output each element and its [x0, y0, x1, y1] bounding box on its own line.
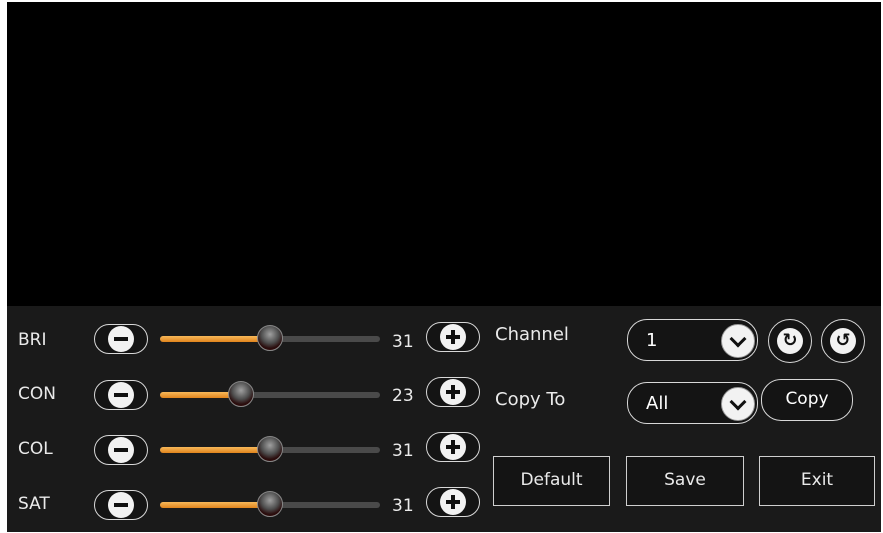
channel-label: Channel: [495, 324, 569, 345]
color-slider[interactable]: [160, 436, 380, 462]
slider-knob[interactable]: [257, 491, 283, 517]
slider-fill: [160, 447, 270, 453]
saturation-slider[interactable]: [160, 491, 380, 517]
color-increase-button[interactable]: [426, 432, 480, 462]
reset-button[interactable]: ↺: [821, 319, 865, 363]
plus-icon: [440, 489, 466, 515]
contrast-slider[interactable]: [160, 381, 380, 407]
color-decrease-button[interactable]: [94, 435, 148, 465]
slider-knob[interactable]: [257, 325, 283, 351]
video-preview-area: [7, 2, 881, 306]
slider-fill: [160, 336, 270, 342]
slider-knob[interactable]: [257, 436, 283, 462]
default-button[interactable]: Default: [493, 456, 610, 506]
contrast-label: CON: [18, 384, 56, 404]
plus-icon: [440, 379, 466, 405]
minus-icon: [108, 492, 134, 518]
contrast-value: 23: [392, 386, 414, 406]
brightness-value: 31: [392, 332, 414, 352]
image-settings-panel: BRI 31 CON 23 COL 31 SAT 31 Channel 1 ↻ …: [7, 306, 881, 532]
minus-icon: [108, 326, 134, 352]
chevron-down-icon[interactable]: [721, 387, 755, 421]
refresh-icon: ↻: [777, 328, 803, 354]
saturation-value: 31: [392, 496, 414, 516]
brightness-slider[interactable]: [160, 325, 380, 351]
saturation-increase-button[interactable]: [426, 487, 480, 517]
plus-icon: [440, 324, 466, 350]
channel-select-value: 1: [646, 330, 658, 351]
copy-to-label: Copy To: [495, 389, 566, 410]
refresh-button[interactable]: ↻: [768, 319, 812, 363]
save-button[interactable]: Save: [626, 456, 744, 506]
copy-to-select[interactable]: All: [627, 382, 758, 424]
color-label: COL: [18, 439, 53, 459]
minus-icon: [108, 437, 134, 463]
slider-fill: [160, 502, 270, 508]
brightness-decrease-button[interactable]: [94, 324, 148, 354]
slider-knob[interactable]: [228, 381, 254, 407]
plus-icon: [440, 434, 466, 460]
channel-select[interactable]: 1: [627, 319, 758, 361]
contrast-increase-button[interactable]: [426, 377, 480, 407]
chevron-down-icon[interactable]: [721, 324, 755, 358]
brightness-increase-button[interactable]: [426, 322, 480, 352]
copy-button[interactable]: Copy: [761, 379, 853, 421]
saturation-label: SAT: [18, 494, 50, 514]
brightness-label: BRI: [18, 330, 47, 350]
copy-to-select-value: All: [646, 393, 669, 414]
minus-icon: [108, 382, 134, 408]
undo-icon: ↺: [830, 328, 856, 354]
color-value: 31: [392, 441, 414, 461]
contrast-decrease-button[interactable]: [94, 380, 148, 410]
saturation-decrease-button[interactable]: [94, 490, 148, 520]
exit-button[interactable]: Exit: [759, 456, 875, 506]
